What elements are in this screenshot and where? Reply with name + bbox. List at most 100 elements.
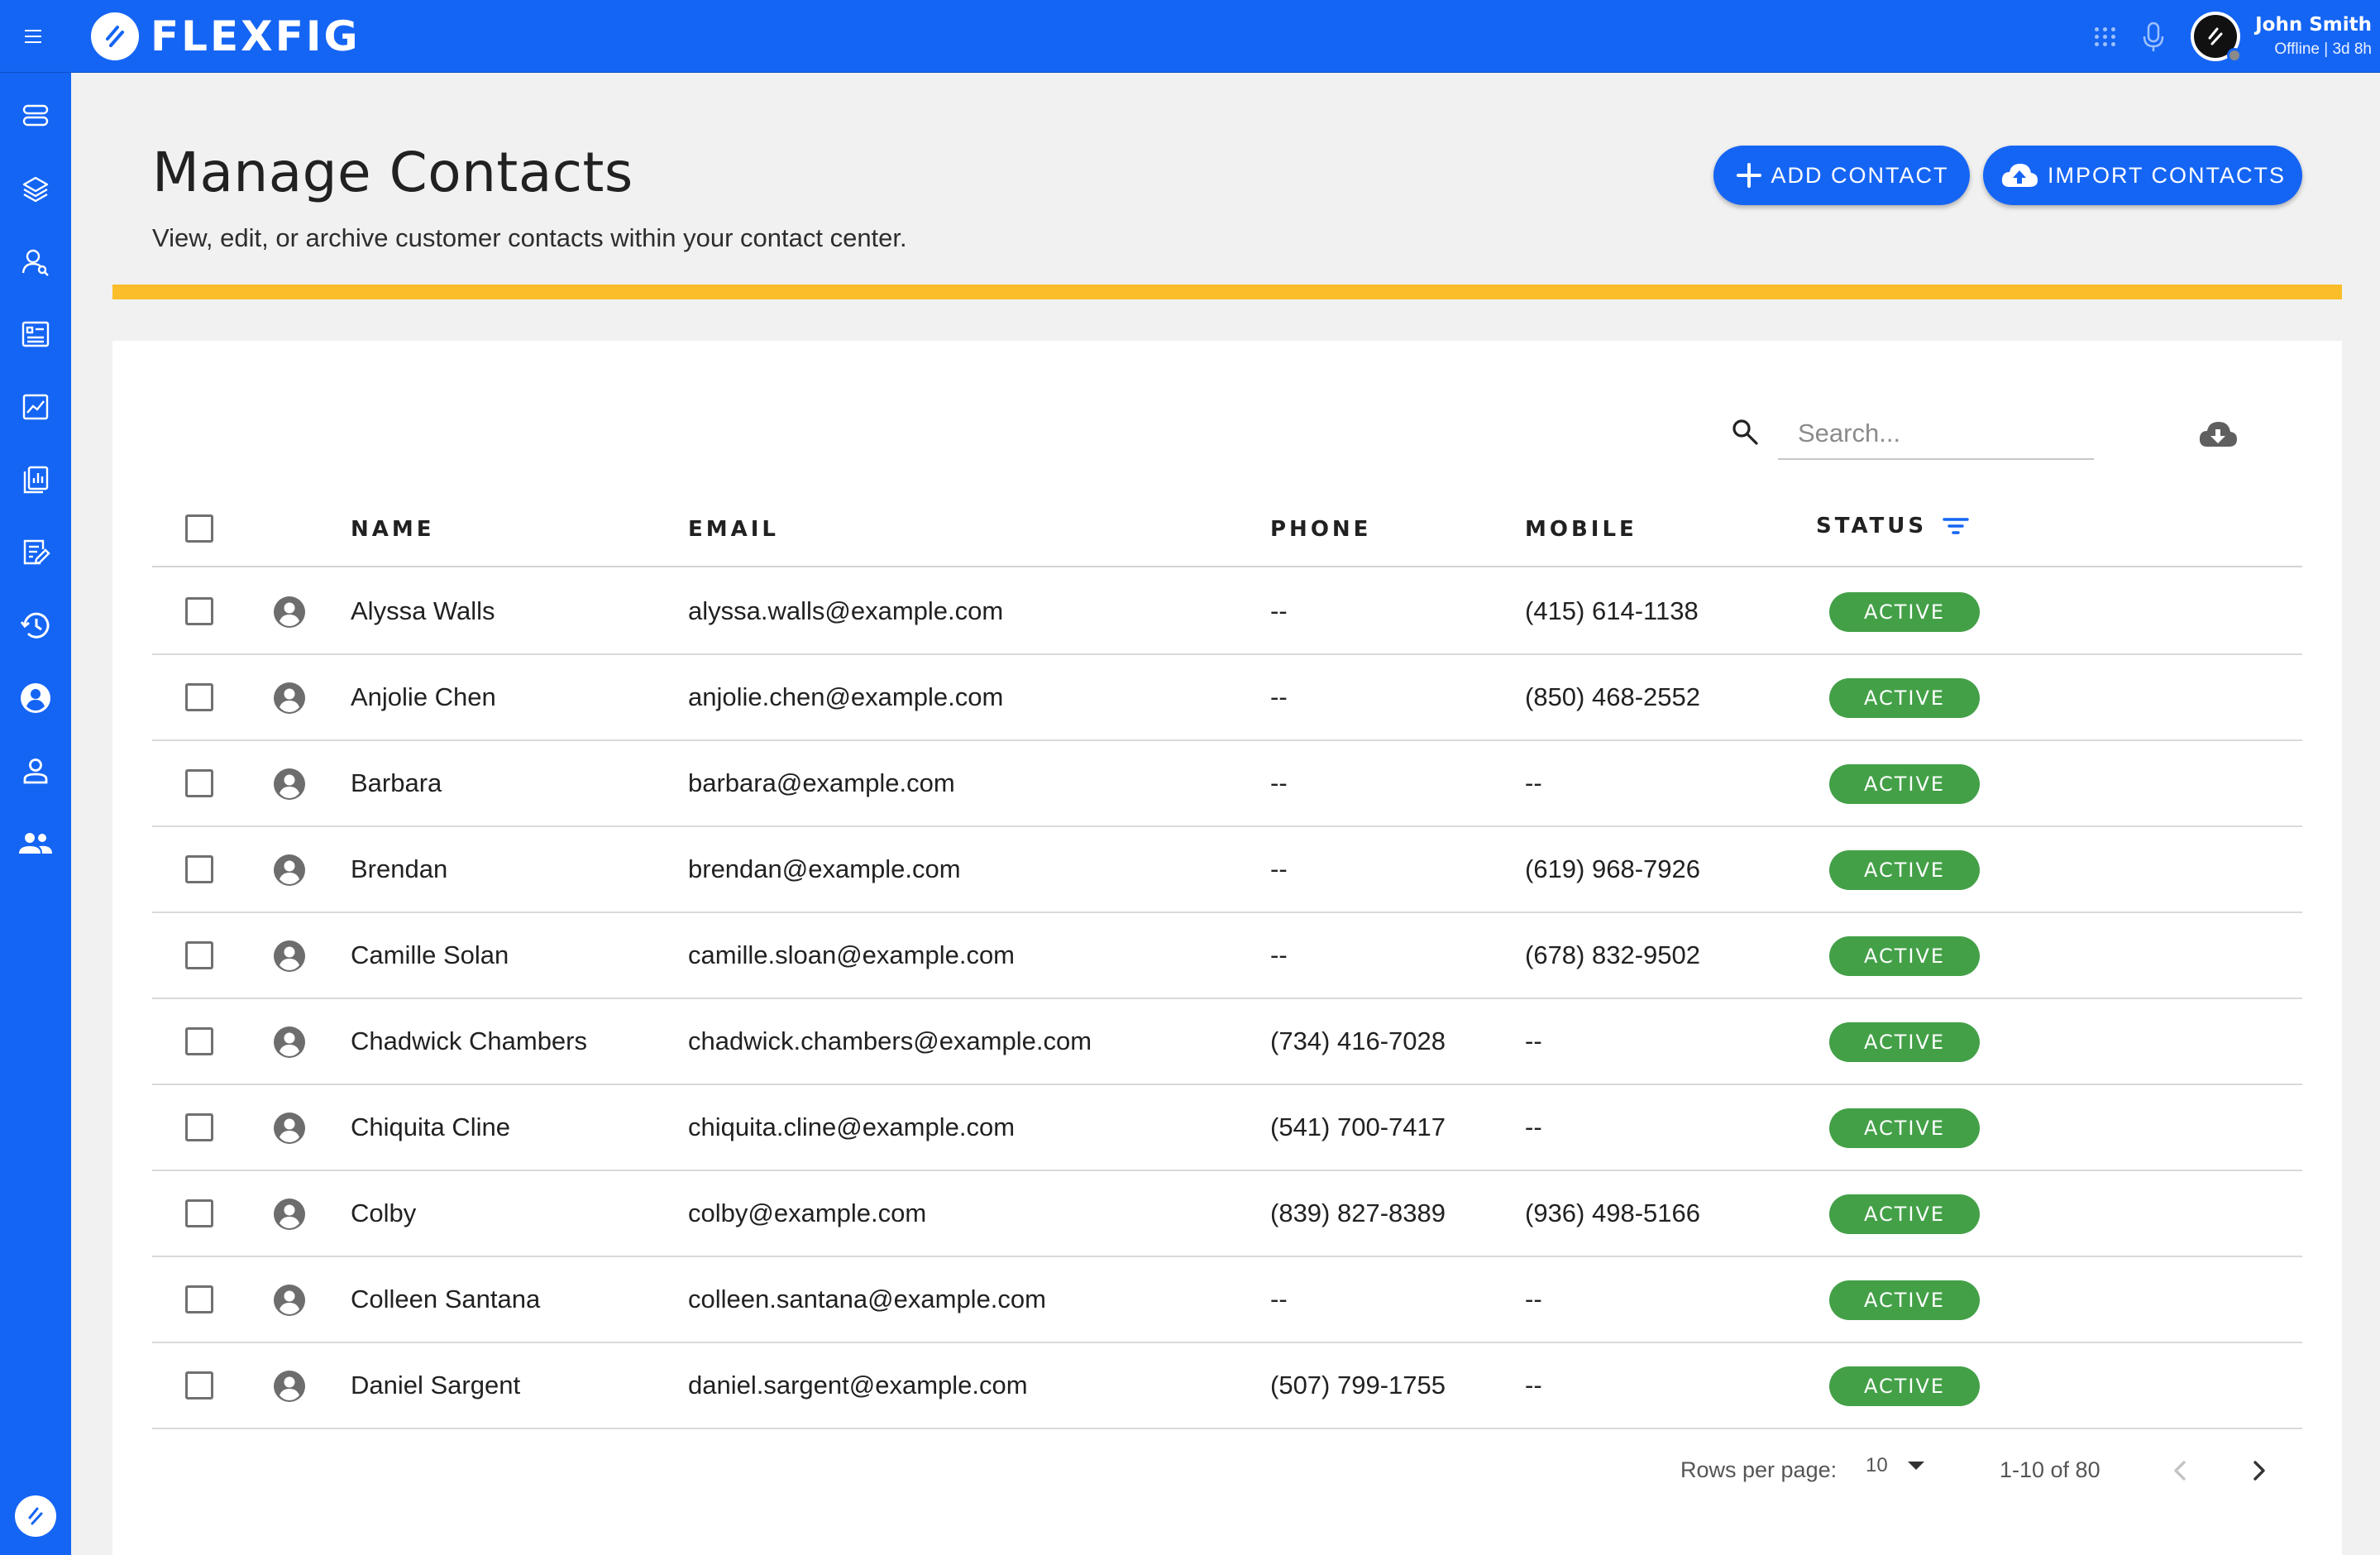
chevron-left-icon[interactable]	[2167, 1456, 2195, 1486]
row-select-checkbox[interactable]	[185, 1199, 213, 1227]
contact-mobile: --	[1525, 1285, 1542, 1313]
cloud-upload-icon	[2001, 164, 2038, 187]
contact-name[interactable]: Chiquita Cline	[351, 1085, 510, 1170]
column-header-status-label: STATUS	[1816, 514, 1928, 538]
brand[interactable]: FLEXFIG	[91, 12, 361, 61]
contact-name[interactable]: Colleen Santana	[351, 1257, 540, 1342]
add-contact-button[interactable]: ADD CONTACT	[1713, 146, 1970, 205]
table-row[interactable]: Colleen Santana colleen.santana@example.c…	[152, 1257, 2302, 1343]
contact-mobile: (850) 468-2552	[1525, 682, 1700, 711]
person-icon[interactable]	[17, 753, 54, 789]
contact-mobile: (415) 614-1138	[1525, 596, 1699, 625]
analytics-chart-icon[interactable]	[17, 389, 54, 425]
user-name: John Smith	[2255, 14, 2372, 36]
menu-icon[interactable]	[25, 25, 48, 48]
chevron-right-icon[interactable]	[2244, 1456, 2272, 1486]
table-row[interactable]: Brendan brendan@example.com -- (619) 968-79…	[152, 827, 2302, 913]
brand-mark-icon[interactable]	[15, 1495, 56, 1537]
contact-mobile: (619) 968-7926	[1525, 854, 1700, 883]
add-contact-label: ADD CONTACT	[1771, 162, 1949, 188]
contact-avatar-icon	[273, 940, 306, 973]
contact-name[interactable]: Camille Solan	[351, 913, 509, 998]
contact-avatar-icon	[273, 1026, 306, 1059]
row-select-checkbox[interactable]	[185, 1113, 213, 1141]
user-info[interactable]: John Smith Offline | 3d 8h	[2255, 14, 2372, 59]
search-field	[1778, 409, 2094, 460]
row-select-checkbox[interactable]	[185, 1371, 213, 1400]
table-row[interactable]: Alyssa Walls alyssa.walls@example.com -- (4…	[152, 569, 2302, 655]
column-header-mobile[interactable]: MOBILE	[1525, 493, 1637, 566]
filter-icon[interactable]	[1942, 514, 1970, 538]
contact-name[interactable]: Brendan	[351, 827, 447, 911]
servers-icon[interactable]	[17, 98, 54, 134]
history-icon[interactable]	[17, 607, 54, 644]
contact-name[interactable]: Anjolie Chen	[351, 655, 496, 739]
contact-avatar-icon	[273, 768, 306, 801]
contact-search-icon[interactable]	[17, 243, 54, 280]
column-header-email[interactable]: EMAIL	[688, 493, 779, 566]
column-header-name[interactable]: NAME	[351, 493, 435, 566]
contact-phone: --	[1270, 940, 1288, 969]
status-badge: ACTIVE	[1829, 1194, 1980, 1234]
account-circle-icon[interactable]	[17, 680, 54, 716]
table-row[interactable]: Anjolie Chen anjolie.chen@example.com -- (8…	[152, 655, 2302, 741]
row-select-checkbox[interactable]	[185, 683, 213, 711]
contact-mobile: --	[1525, 1026, 1542, 1055]
table-row[interactable]: Chiquita Cline chiquita.cline@example.com…	[152, 1085, 2302, 1171]
contact-phone: (734) 416-7028	[1270, 1026, 1446, 1055]
caret-down-icon	[1907, 1462, 1924, 1470]
contact-avatar-icon	[273, 1370, 306, 1403]
sidebar	[0, 73, 71, 1555]
contact-avatar-icon	[273, 1112, 306, 1145]
contact-email: camille.sloan@example.com	[688, 940, 1016, 969]
rows-per-page-select[interactable]: 10	[1866, 1454, 1924, 1477]
rows-per-page-label: Rows per page:	[1680, 1457, 1838, 1482]
contact-email: chiquita.cline@example.com	[688, 1112, 1016, 1141]
import-contacts-button[interactable]: IMPORT CONTACTS	[1983, 146, 2302, 205]
table-row[interactable]: Barbara barbara@example.com -- -- ACTIVE	[152, 741, 2302, 827]
list-details-icon[interactable]	[17, 316, 54, 352]
user-avatar[interactable]	[2191, 12, 2243, 63]
row-select-checkbox[interactable]	[185, 1027, 213, 1055]
page-title: Manage Contacts	[152, 141, 633, 204]
contact-phone: (541) 700-7417	[1270, 1112, 1446, 1141]
cloud-download-icon[interactable]	[2196, 414, 2239, 457]
contact-name[interactable]: Daniel Sargent	[351, 1343, 520, 1428]
table-row[interactable]: Chadwick Chambers chadwick.chambers@examp…	[152, 999, 2302, 1085]
contact-name[interactable]: Alyssa Walls	[351, 569, 495, 653]
table-row[interactable]: Daniel Sargent daniel.sargent@example.com…	[152, 1343, 2302, 1429]
people-icon[interactable]	[17, 825, 54, 862]
row-select-checkbox[interactable]	[185, 1285, 213, 1313]
contact-avatar-icon	[273, 682, 306, 715]
column-header-phone[interactable]: PHONE	[1270, 493, 1371, 566]
column-header-status[interactable]: STATUS	[1816, 490, 1970, 562]
brand-logo-icon	[91, 12, 139, 60]
contact-mobile: (678) 832-9502	[1525, 940, 1700, 969]
row-select-checkbox[interactable]	[185, 855, 213, 883]
contact-name[interactable]: Barbara	[351, 741, 442, 825]
row-select-checkbox[interactable]	[185, 769, 213, 797]
contact-avatar-icon	[273, 1198, 306, 1231]
edit-document-icon[interactable]	[17, 534, 54, 571]
contact-phone: --	[1270, 854, 1288, 883]
user-status: Offline | 3d 8h	[2274, 41, 2372, 58]
table-row[interactable]: Camille Solan camille.sloan@example.com --…	[152, 913, 2302, 999]
status-badge: ACTIVE	[1829, 764, 1980, 804]
contact-phone: --	[1270, 768, 1288, 797]
contact-email: brendan@example.com	[688, 854, 961, 883]
contact-name[interactable]: Chadwick Chambers	[351, 999, 587, 1084]
search-input[interactable]	[1778, 419, 2094, 448]
select-all-checkbox[interactable]	[185, 514, 213, 543]
row-select-checkbox[interactable]	[185, 941, 213, 969]
layers-icon[interactable]	[17, 170, 54, 207]
contact-email: barbara@example.com	[688, 768, 955, 797]
contact-avatar-icon	[273, 854, 306, 887]
table-row[interactable]: Colby colby@example.com (839) 827-8389 (936…	[152, 1171, 2302, 1257]
status-badge: ACTIVE	[1829, 592, 1980, 632]
contact-name[interactable]: Colby	[351, 1171, 416, 1256]
microphone-icon[interactable]	[2141, 20, 2166, 53]
row-select-checkbox[interactable]	[185, 597, 213, 625]
reports-icon[interactable]	[17, 462, 54, 498]
dialpad-icon[interactable]	[2093, 24, 2118, 49]
contact-phone: (507) 799-1755	[1270, 1371, 1446, 1400]
